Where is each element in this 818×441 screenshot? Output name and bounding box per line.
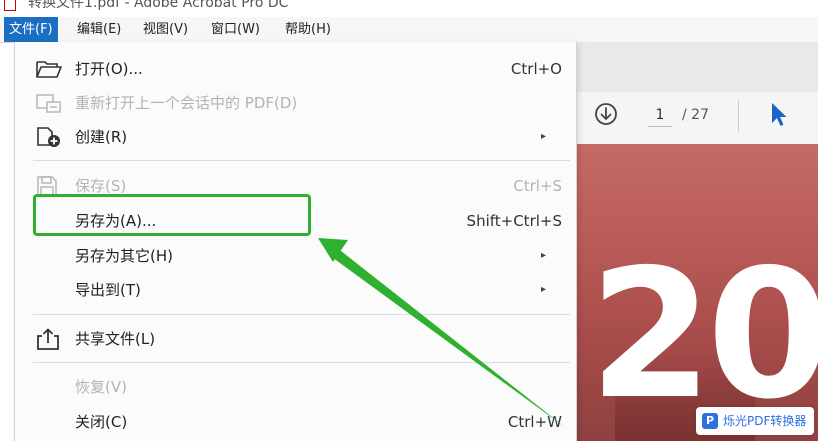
menu-help[interactable]: 帮助(H) — [280, 17, 336, 42]
toolbar-divider — [738, 100, 739, 132]
pdf-file-icon — [4, 0, 16, 11]
menu-edit[interactable]: 编辑(E) — [72, 17, 126, 42]
menu-item-open[interactable]: 打开(O)... Ctrl+O — [15, 52, 576, 86]
cover-title-text: 20 — [589, 231, 818, 438]
window-title-bar: 转换文件1.pdf - Adobe Acrobat Pro DC — [0, 0, 818, 13]
menu-item-share[interactable]: 共享文件(L) — [15, 322, 576, 356]
file-menu-dropdown: 打开(O)... Ctrl+O 重新打开上一个会话中的 PDF(D) 创建(R)… — [14, 42, 577, 441]
menu-item-close-shortcut: Ctrl+W — [507, 413, 562, 431]
menu-item-export-to-label: 导出到(T) — [75, 281, 141, 299]
menu-separator — [33, 160, 570, 161]
select-cursor-icon[interactable] — [770, 102, 788, 128]
reopen-session-icon — [36, 94, 61, 113]
menu-window[interactable]: 窗口(W) — [206, 17, 265, 42]
watermark-logo: P — [702, 413, 718, 429]
menu-item-save-as-shortcut: Shift+Ctrl+S — [466, 212, 562, 230]
menu-item-export-to[interactable]: 导出到(T) ▸ — [15, 273, 576, 307]
menu-item-create[interactable]: 创建(R) ▸ — [15, 120, 576, 154]
menu-item-reopen-label: 重新打开上一个会话中的 PDF(D) — [75, 94, 298, 112]
menu-separator — [33, 314, 570, 315]
menu-file[interactable]: 文件(F) — [4, 17, 58, 42]
submenu-arrow-icon: ▸ — [540, 131, 546, 142]
menu-item-reopen[interactable]: 重新打开上一个会话中的 PDF(D) — [15, 86, 576, 120]
menu-bar: 文件(F) 编辑(E) 视图(V) 窗口(W) 帮助(H) — [0, 17, 818, 43]
toolbar-area — [575, 42, 818, 92]
menu-item-save-as-other-label: 另存为其它(H) — [75, 247, 173, 265]
total-pages-label: / 27 — [682, 107, 709, 123]
watermark-text: 烁光PDF转换器 — [723, 414, 807, 428]
menu-separator — [33, 362, 570, 363]
submenu-arrow-icon: ▸ — [540, 250, 546, 261]
menu-view[interactable]: 视图(V) — [138, 17, 193, 42]
scroll-down-icon[interactable] — [594, 102, 618, 126]
menu-item-revert-label: 恢复(V) — [75, 378, 127, 396]
menu-item-open-label: 打开(O)... — [75, 60, 143, 78]
document-page: 20 — [575, 144, 818, 441]
menu-item-create-label: 创建(R) — [75, 128, 128, 146]
submenu-arrow-icon: ▸ — [540, 284, 546, 295]
menu-item-close-label: 关闭(C) — [75, 413, 128, 431]
menu-item-close[interactable]: 关闭(C) Ctrl+W — [15, 405, 576, 439]
menu-item-save-shortcut: Ctrl+S — [513, 177, 562, 195]
create-pdf-icon — [37, 127, 60, 147]
save-as-highlight-box — [33, 194, 311, 236]
menu-item-save-as-other[interactable]: 另存为其它(H) ▸ — [15, 239, 576, 273]
watermark-badge: P 烁光PDF转换器 — [696, 407, 814, 435]
share-icon — [37, 328, 59, 350]
menu-item-open-shortcut: Ctrl+O — [510, 60, 562, 78]
menu-item-revert[interactable]: 恢复(V) — [15, 370, 576, 404]
folder-open-icon — [36, 61, 62, 78]
current-page-input[interactable]: 1 — [648, 104, 672, 127]
window-title: 转换文件1.pdf - Adobe Acrobat Pro DC — [28, 0, 289, 11]
menu-item-share-label: 共享文件(L) — [75, 330, 156, 348]
